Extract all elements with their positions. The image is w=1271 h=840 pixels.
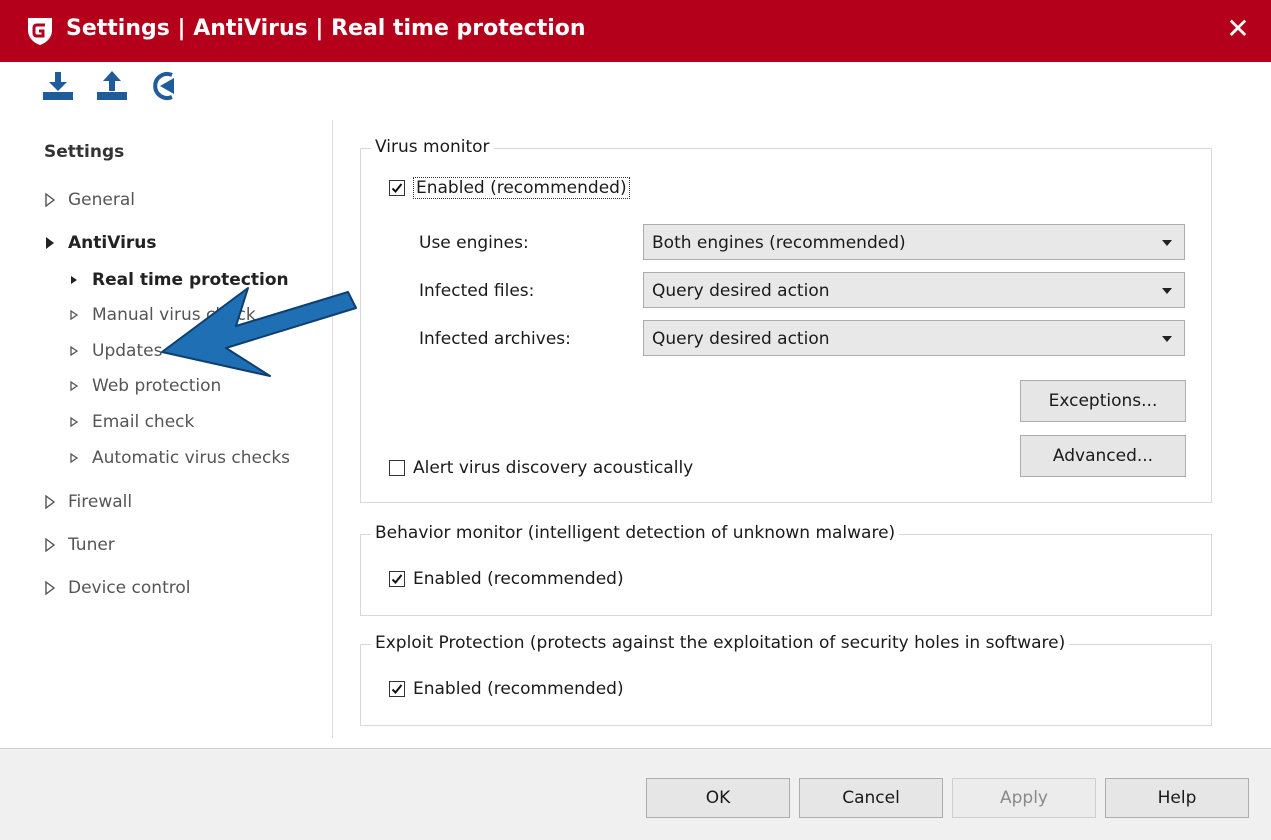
collapsed-triangle-icon (70, 380, 79, 392)
cancel-button[interactable]: Cancel (799, 778, 943, 818)
dropdown-value: Both engines (recommended) (652, 233, 906, 253)
nav-item-automatic-virus-checks[interactable]: Automatic virus checks (68, 448, 290, 468)
checkbox-label: Enabled (recommended) (413, 679, 624, 699)
virus-monitor-legend: Virus monitor (371, 137, 494, 157)
exploit-protection-group: Exploit Protection (protects against the… (360, 633, 1212, 726)
apply-button[interactable]: Apply (952, 778, 1096, 818)
toolbar (0, 62, 1271, 112)
collapsed-triangle-icon (45, 581, 56, 595)
dropdown-value: Query desired action (652, 329, 830, 349)
dropdown-value: Query desired action (652, 281, 830, 301)
checkbox-unchecked-icon (389, 460, 405, 476)
exceptions-button[interactable]: Exceptions... (1020, 380, 1186, 422)
nav-item-device-control[interactable]: Device control (44, 578, 190, 598)
checkbox-label: Enabled (recommended) (413, 569, 624, 589)
infected-files-dropdown[interactable]: Query desired action (643, 272, 1185, 308)
collapsed-triangle-icon (45, 538, 56, 552)
gdata-logo-icon (28, 18, 52, 45)
nav-item-label: General (68, 190, 135, 210)
nav-item-tuner[interactable]: Tuner (44, 535, 115, 555)
advanced-button[interactable]: Advanced... (1020, 435, 1186, 477)
chevron-down-icon (1162, 336, 1172, 342)
behavior-monitor-enabled-checkbox[interactable]: Enabled (recommended) (389, 569, 624, 589)
title-bar: Settings | AntiVirus | Real time protect… (0, 0, 1271, 62)
nav-item-label: Email check (92, 412, 195, 432)
ok-button[interactable]: OK (646, 778, 790, 818)
settings-nav: Settings General AntiVirus Real time pro… (0, 118, 332, 738)
close-icon[interactable]: ✕ (1221, 12, 1255, 46)
collapsed-triangle-icon (70, 345, 79, 357)
expanded-triangle-icon (46, 237, 54, 249)
window-title: Settings | AntiVirus | Real time protect… (66, 16, 586, 41)
exploit-protection-legend: Exploit Protection (protects against the… (371, 633, 1070, 653)
behavior-monitor-legend: Behavior monitor (intelligent detection … (371, 523, 900, 543)
nav-item-label: Automatic virus checks (92, 448, 291, 468)
collapsed-triangle-icon (45, 193, 56, 207)
infected-archives-dropdown[interactable]: Query desired action (643, 320, 1185, 356)
nav-item-updates[interactable]: Updates (68, 341, 162, 361)
collapsed-triangle-icon (45, 495, 56, 509)
annotation-arrow-icon (161, 287, 357, 377)
nav-item-general[interactable]: General (44, 190, 135, 210)
collapsed-triangle-icon (70, 309, 79, 321)
chevron-down-icon (1162, 240, 1172, 246)
checkbox-label: Alert virus discovery acoustically (413, 458, 694, 478)
behavior-monitor-group: Behavior monitor (intelligent detection … (360, 523, 1212, 616)
nav-item-antivirus[interactable]: AntiVirus (44, 233, 157, 253)
checkbox-checked-icon (389, 681, 405, 697)
checkbox-label: Enabled (recommended) (413, 177, 630, 199)
export-icon[interactable] (94, 68, 130, 104)
nav-item-firewall[interactable]: Firewall (44, 492, 132, 512)
use-engines-dropdown[interactable]: Both engines (recommended) (643, 224, 1185, 260)
nav-item-email-check[interactable]: Email check (68, 412, 194, 432)
import-icon[interactable] (40, 68, 76, 104)
help-button[interactable]: Help (1105, 778, 1249, 818)
selected-triangle-icon (71, 276, 77, 284)
use-engines-label: Use engines: (419, 233, 529, 253)
nav-heading: Settings (44, 142, 125, 162)
nav-item-label: Updates (92, 341, 163, 361)
collapsed-triangle-icon (70, 416, 79, 428)
nav-item-label: AntiVirus (68, 233, 157, 253)
virus-monitor-enabled-checkbox[interactable]: Enabled (recommended) (389, 177, 630, 199)
chevron-down-icon (1162, 288, 1172, 294)
infected-files-label: Infected files: (419, 281, 535, 301)
reset-icon[interactable] (148, 68, 184, 104)
alert-acoustically-checkbox[interactable]: Alert virus discovery acoustically (389, 458, 693, 478)
infected-archives-label: Infected archives: (419, 329, 571, 349)
virus-monitor-group: Virus monitor Enabled (recommended) Use … (360, 137, 1212, 503)
nav-item-label: Firewall (68, 492, 133, 512)
exploit-protection-enabled-checkbox[interactable]: Enabled (recommended) (389, 679, 624, 699)
checkbox-checked-icon (389, 571, 405, 587)
nav-divider (332, 120, 333, 738)
dialog-footer: OK Cancel Apply Help (0, 749, 1271, 840)
nav-item-label: Device control (68, 578, 191, 598)
checkbox-checked-icon (389, 180, 405, 196)
nav-item-label: Tuner (68, 535, 115, 555)
collapsed-triangle-icon (70, 452, 79, 464)
